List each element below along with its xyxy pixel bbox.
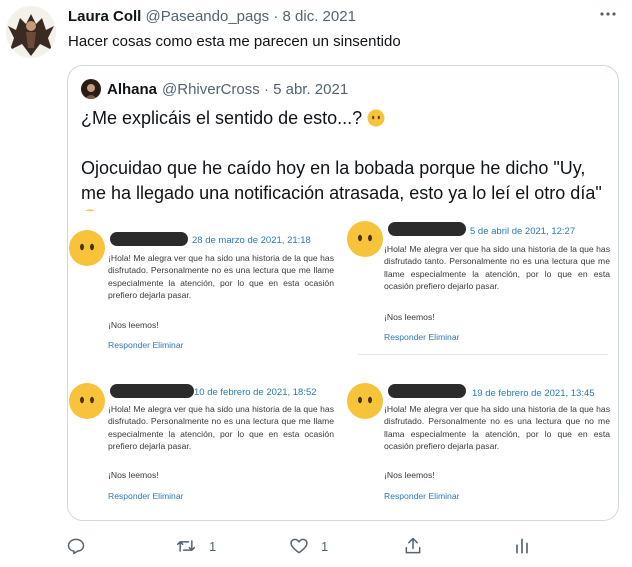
comment-actions: Responder Eliminar xyxy=(108,491,183,501)
delete-link[interactable]: Eliminar xyxy=(428,491,459,501)
comment-date: 19 de febrero de 2021, 13:45 xyxy=(472,388,595,399)
analytics-icon xyxy=(516,538,528,554)
reply-link[interactable]: Responder xyxy=(384,491,426,501)
comment-sign: ¡Nos leemos! xyxy=(108,320,159,330)
comment-card: 28 de marzo de 2021, 21:18 ¡Hola! Me ale… xyxy=(68,224,336,366)
like-count: 1 xyxy=(321,538,329,554)
redacted-name xyxy=(388,384,466,398)
comment-sign: ¡Nos leemos! xyxy=(384,470,435,480)
neutral-face-emoji xyxy=(367,109,385,127)
commenter-avatar xyxy=(347,221,383,257)
like-icon xyxy=(290,538,308,554)
comment-body: ¡Hola! Me alegra ver que ha sido una his… xyxy=(108,253,334,301)
redacted-name xyxy=(110,232,188,246)
comment-body: ¡Hola! Me alegra ver que ha sido una his… xyxy=(108,404,334,452)
comment-date: 5 de abril de 2021, 12:27 xyxy=(470,226,576,237)
tweet-actions: 1 1 xyxy=(0,536,632,560)
quoted-line-1: ¿Me explicáis el sentido de esto...? xyxy=(81,108,363,128)
comment-actions: Responder Eliminar xyxy=(384,332,459,342)
reply-link[interactable]: Responder xyxy=(384,332,426,342)
share-icon xyxy=(405,537,421,554)
comment-card: 5 de abril de 2021, 12:27 ¡Hola! Me aleg… xyxy=(346,216,614,358)
retweet-count: 1 xyxy=(209,538,217,554)
commenter-avatar xyxy=(69,230,105,266)
share-button[interactable] xyxy=(403,536,423,556)
more-icon[interactable] xyxy=(598,6,618,22)
quoted-header: Alhana @RhiverCross · 5 abr. 2021 xyxy=(81,79,348,99)
author-handle[interactable]: @Paseando_pags xyxy=(146,8,270,25)
delete-link[interactable]: Eliminar xyxy=(152,340,183,350)
tweet-date[interactable]: 8 dic. 2021 xyxy=(283,8,356,25)
delete-link[interactable]: Eliminar xyxy=(428,332,459,342)
comment-actions: Responder Eliminar xyxy=(384,491,459,501)
author-name[interactable]: Laura Coll xyxy=(68,8,141,25)
comment-card: 10 de febrero de 2021, 18:52 ¡Hola! Me a… xyxy=(68,377,336,519)
quoted-tweet[interactable]: Alhana @RhiverCross · 5 abr. 2021 ¿Me ex… xyxy=(67,65,619,521)
reply-button[interactable] xyxy=(66,536,86,556)
retweet-icon xyxy=(176,540,196,552)
delete-link[interactable]: Eliminar xyxy=(152,491,183,501)
quoted-handle: @RhiverCross xyxy=(162,80,260,98)
comment-actions: Responder Eliminar xyxy=(108,340,183,350)
tweet-text: Hacer cosas como esta me parecen un sins… xyxy=(68,33,401,50)
comment-date: 28 de marzo de 2021, 21:18 xyxy=(192,235,311,246)
quoted-author-name: Alhana xyxy=(107,80,158,98)
reply-link[interactable]: Responder xyxy=(108,491,150,501)
comment-sign: ¡Nos leemos! xyxy=(108,470,159,480)
author-avatar[interactable] xyxy=(6,6,56,58)
comment-sign: ¡Nos leemos! xyxy=(384,312,435,322)
comments-screenshot: 28 de marzo de 2021, 21:18 ¡Hola! Me ale… xyxy=(68,211,618,520)
tweet-header: Laura Coll @Paseando_pags · 8 dic. 2021 xyxy=(68,8,356,25)
analytics-button[interactable] xyxy=(512,536,532,556)
quoted-date: 5 abr. 2021 xyxy=(273,80,349,98)
comment-body: ¡Hola! Me alegra ver que ha sido una his… xyxy=(384,244,610,292)
redacted-name xyxy=(388,222,466,236)
quoted-line-2: Ojocuidao que he caído hoy en la bobada … xyxy=(81,158,602,203)
comment-card: 19 de febrero de 2021, 13:45 ¡Hola! Me a… xyxy=(346,377,614,519)
commenter-avatar xyxy=(347,383,383,419)
commenter-avatar xyxy=(69,383,105,419)
redacted-name xyxy=(110,384,194,398)
header-separator: · xyxy=(273,8,279,25)
retweet-button[interactable]: 1 xyxy=(175,536,216,556)
reply-link[interactable]: Responder xyxy=(108,340,150,350)
reply-icon xyxy=(67,538,85,555)
comment-date: 10 de febrero de 2021, 18:52 xyxy=(194,387,317,398)
quoted-avatar xyxy=(81,79,101,99)
comment-body: ¡Hola! Me alegra ver que ha sido una his… xyxy=(384,404,610,452)
like-button[interactable]: 1 xyxy=(289,536,328,556)
quoted-separator: · xyxy=(263,80,269,98)
